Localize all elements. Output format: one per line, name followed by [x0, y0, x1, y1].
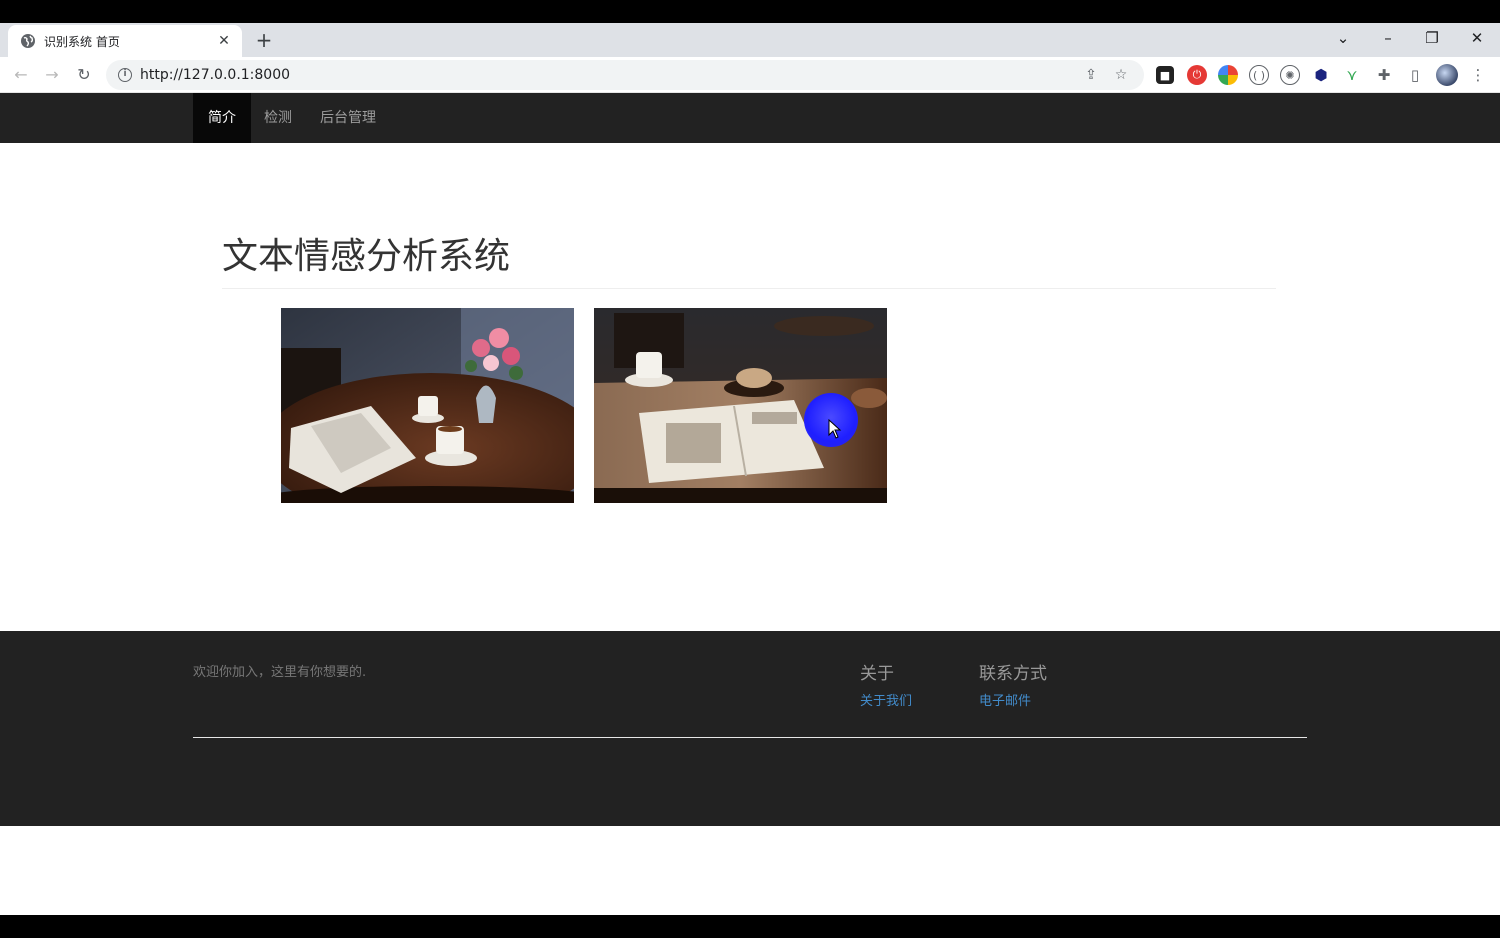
- tab-title: 识别系统 首页: [44, 34, 120, 49]
- address-bar[interactable]: i http://127.0.0.1:8000 ⇪ ☆: [106, 60, 1144, 90]
- title-divider: [222, 288, 1276, 289]
- nav-item-intro[interactable]: 简介: [193, 93, 251, 143]
- menu-kebab-icon[interactable]: ⋮: [1468, 65, 1488, 85]
- footer-contact-title: 联系方式: [979, 664, 1047, 684]
- cafe-photo-1-image: [281, 308, 574, 503]
- new-tab-button[interactable]: +: [252, 27, 276, 53]
- cafe-photo-1[interactable]: [281, 308, 574, 503]
- side-panel-icon[interactable]: ▯: [1405, 65, 1425, 85]
- url-text: http://127.0.0.1:8000: [140, 67, 291, 83]
- screen: 识别系统 首页 ✕ + ⌄ – ❐ ✕ ← → ↻ i http://127.0…: [0, 0, 1500, 938]
- extension-vue-icon[interactable]: ⋎: [1342, 65, 1362, 85]
- tab-strip: 识别系统 首页 ✕ + ⌄ – ❐ ✕: [0, 23, 1500, 57]
- close-window-button[interactable]: ✕: [1455, 23, 1499, 53]
- back-button[interactable]: ←: [9, 63, 33, 87]
- extension-red-icon[interactable]: ⏻: [1187, 65, 1207, 85]
- profile-avatar[interactable]: [1436, 64, 1458, 86]
- site-footer: 欢迎你加入，这里有你想要的. 关于 关于我们 联系方式 电子邮件: [0, 631, 1500, 826]
- page-title: 文本情感分析系统: [222, 236, 511, 277]
- tab-search-icon[interactable]: ⌄: [1321, 23, 1365, 53]
- site-navbar: 简介 检测 后台管理: [0, 93, 1500, 143]
- minimize-button[interactable]: –: [1366, 23, 1410, 53]
- forward-button[interactable]: →: [40, 63, 64, 87]
- browser-toolbar: ← → ↻ i http://127.0.0.1:8000 ⇪ ☆ ■ ⏻ ( …: [0, 57, 1500, 93]
- restore-button[interactable]: ❐: [1410, 23, 1454, 53]
- extension-sun-icon[interactable]: ✺: [1280, 65, 1300, 85]
- extension-chrome-icon[interactable]: [1218, 65, 1238, 85]
- close-tab-icon[interactable]: ✕: [216, 33, 232, 49]
- browser-window: 识别系统 首页 ✕ + ⌄ – ❐ ✕ ← → ↻ i http://127.0…: [0, 23, 1500, 915]
- mouse-pointer-icon: [828, 419, 842, 439]
- footer-about-title: 关于: [860, 664, 894, 684]
- extensions-puzzle-icon[interactable]: ✚: [1374, 65, 1394, 85]
- reload-button[interactable]: ↻: [72, 63, 96, 87]
- footer-divider: [193, 737, 1307, 738]
- nav-item-admin[interactable]: 后台管理: [305, 93, 391, 143]
- bookmark-star-icon[interactable]: ☆: [1110, 67, 1132, 83]
- footer-welcome-text: 欢迎你加入，这里有你想要的.: [193, 665, 367, 680]
- share-icon[interactable]: ⇪: [1080, 67, 1102, 83]
- extension-shield-icon[interactable]: ⬢: [1311, 65, 1331, 85]
- globe-icon: [21, 34, 35, 48]
- email-link[interactable]: 电子邮件: [979, 690, 1031, 709]
- about-us-link[interactable]: 关于我们: [860, 690, 912, 709]
- extension-brackets-icon[interactable]: ( ): [1249, 65, 1269, 85]
- browser-tab[interactable]: 识别系统 首页 ✕: [8, 25, 242, 57]
- site-info-icon[interactable]: i: [118, 68, 132, 82]
- nav-item-detect[interactable]: 检测: [249, 93, 307, 143]
- extension-toolbox-icon[interactable]: ■: [1156, 66, 1174, 84]
